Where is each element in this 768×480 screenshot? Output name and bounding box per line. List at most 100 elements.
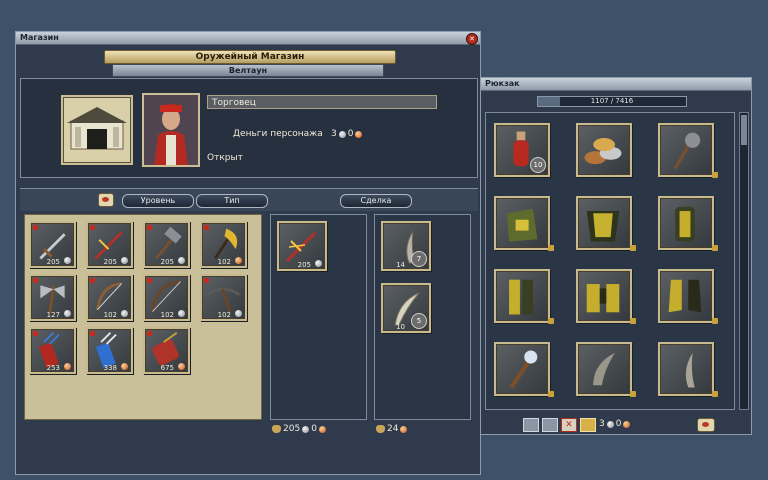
backpack-view-button[interactable] xyxy=(697,418,715,432)
torch-icon xyxy=(509,350,538,389)
shop-item-slot[interactable]: 102 xyxy=(200,221,247,268)
trade-gold-value: 24 xyxy=(387,424,399,434)
trade-item-slot[interactable]: 10 5 xyxy=(381,283,431,333)
money-gold-value: 3 xyxy=(331,129,337,139)
backpack-item-slot[interactable] xyxy=(658,342,718,397)
town-name-bar: Велтаун xyxy=(112,64,384,77)
copper-coin-icon xyxy=(178,363,185,370)
backpack-item-slot[interactable] xyxy=(576,342,636,397)
lock-icon xyxy=(548,245,554,251)
mace-icon xyxy=(673,132,701,170)
coins-pile-icon xyxy=(584,138,622,165)
item-price: 253 xyxy=(46,364,60,372)
shop-window: Магазин ✕ Оружейный Магазин Велтаун Торг… xyxy=(15,31,481,475)
item-count-badge: 5 xyxy=(411,313,427,329)
item-price: 127 xyxy=(46,311,60,319)
shop-item-slot[interactable]: 127 xyxy=(29,274,76,321)
eye-icon xyxy=(102,197,109,202)
requirement-marker-icon xyxy=(33,225,38,230)
horn-item-icon xyxy=(593,352,615,386)
lock-icon xyxy=(630,391,636,397)
copper-coin-icon xyxy=(121,363,128,370)
backpack-toolbar: ✕ xyxy=(523,418,596,432)
item-price: 205 xyxy=(103,258,117,266)
shop-item-slot[interactable]: 253 xyxy=(29,327,76,374)
trade-item-price: 14 xyxy=(396,261,405,269)
requirement-marker-icon xyxy=(90,225,95,230)
backpack-item-slot[interactable] xyxy=(658,269,718,324)
discard-button[interactable]: ✕ xyxy=(561,418,577,432)
backpack-window-title: Рюкзак xyxy=(485,79,520,88)
trade-total: 24 xyxy=(376,424,408,434)
item-price: 205 xyxy=(46,258,60,266)
sort-button[interactable] xyxy=(523,418,539,432)
lock-icon xyxy=(712,391,718,397)
selected-item-price: 205 xyxy=(297,261,311,269)
boots-icon xyxy=(668,279,702,313)
backpack-item-slot[interactable] xyxy=(494,269,554,324)
copper-coin-icon xyxy=(623,420,631,428)
shop-item-slot[interactable]: 102 xyxy=(86,274,133,321)
tab-type[interactable]: Тип xyxy=(196,194,268,208)
backpack-item-slot[interactable]: 10 xyxy=(494,123,550,177)
trader-info-panel: Торговец Деньги персонажа 3 0 Открыт xyxy=(20,78,478,178)
shop-titlebar[interactable]: Магазин ✕ xyxy=(16,32,480,45)
backpack-item-slot[interactable] xyxy=(576,269,636,324)
capacity-bar: 1107 / 7416 xyxy=(537,96,687,107)
scrollbar-thumb[interactable] xyxy=(741,115,747,145)
shop-item-slot[interactable]: 102 xyxy=(143,274,190,321)
selected-item-slot[interactable]: 205 xyxy=(277,221,327,271)
item-price: 338 xyxy=(103,364,117,372)
item-price: 102 xyxy=(217,311,231,319)
trade-item-slot[interactable]: 14 7 xyxy=(381,221,431,271)
backpack-items-panel: 10 xyxy=(485,112,735,410)
trader-name-field: Торговец xyxy=(207,95,437,109)
gold-button[interactable] xyxy=(580,418,596,432)
lock-icon xyxy=(630,318,636,324)
total-gold-value: 205 xyxy=(283,424,301,434)
backpack-item-slot[interactable] xyxy=(494,342,554,397)
shop-status: Открыт xyxy=(207,153,243,163)
money-bag-icon xyxy=(376,425,385,433)
backpack-item-slot[interactable] xyxy=(494,196,554,251)
backpack-gold-value: 3 xyxy=(599,419,605,429)
silver-coin-icon xyxy=(178,257,185,264)
shop-item-slot[interactable]: 205 xyxy=(143,221,190,268)
requirement-marker-icon xyxy=(90,278,95,283)
backpack-item-slot[interactable] xyxy=(576,196,636,251)
shop-item-slot[interactable]: 338 xyxy=(86,327,133,374)
shop-item-slot[interactable]: 205 xyxy=(86,221,133,268)
item-price: 102 xyxy=(160,311,174,319)
tab-deal[interactable]: Сделка xyxy=(340,194,412,208)
shop-item-slot[interactable]: 102 xyxy=(200,274,247,321)
backpack-money: 3 0 xyxy=(599,419,631,429)
item-price: 675 xyxy=(160,364,174,372)
split-button[interactable] xyxy=(542,418,558,432)
shop-item-slot[interactable]: 205 xyxy=(29,221,76,268)
backpack-item-slot[interactable] xyxy=(576,123,632,177)
item-price: 102 xyxy=(217,258,231,266)
lock-icon xyxy=(712,318,718,324)
shop-item-slot[interactable]: 675 xyxy=(143,327,190,374)
backpack-scrollbar[interactable] xyxy=(739,112,749,410)
silver-coin-icon xyxy=(121,310,128,317)
tab-bar: Уровень Тип Сделка xyxy=(20,188,478,211)
item-price: 205 xyxy=(160,258,174,266)
tab-level[interactable]: Уровень xyxy=(122,194,194,208)
silver-coin-icon xyxy=(121,257,128,264)
backpack-titlebar[interactable]: Рюкзак xyxy=(481,78,751,91)
total-silver-value: 0 xyxy=(311,424,317,434)
selected-total: 205 0 xyxy=(272,424,326,434)
view-toggle-button[interactable] xyxy=(98,193,114,207)
backpack-item-slot[interactable] xyxy=(658,123,718,178)
copper-coin-icon xyxy=(355,130,363,138)
silver-coin-icon xyxy=(64,310,71,317)
copper-coin-icon xyxy=(318,425,326,433)
copper-coin-icon xyxy=(400,425,408,433)
copper-coin-icon xyxy=(64,363,71,370)
lock-icon xyxy=(630,245,636,251)
trade-items-panel: 14 7 10 5 xyxy=(374,214,471,420)
shop-close-button[interactable]: ✕ xyxy=(466,33,478,45)
requirement-marker-icon xyxy=(90,331,95,336)
backpack-item-slot[interactable] xyxy=(658,196,718,251)
